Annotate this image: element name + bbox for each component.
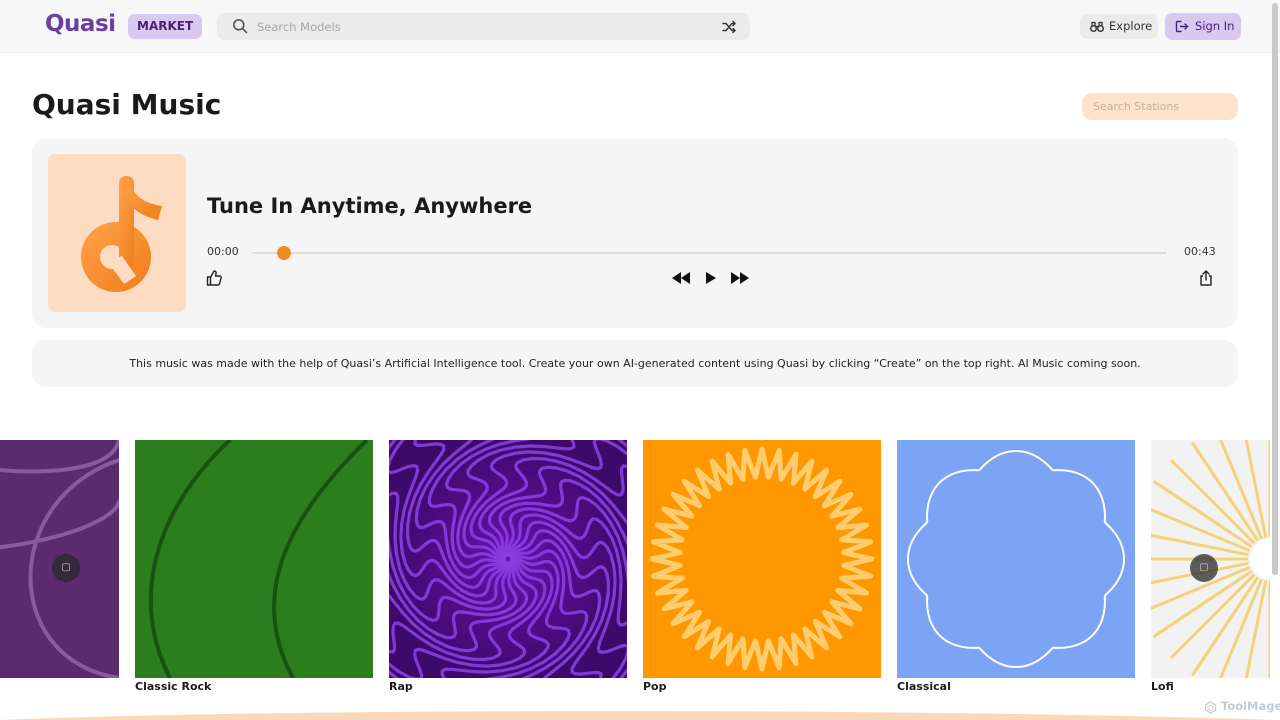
shuffle-icon[interactable] [722,20,736,34]
station-label[interactable]: Classic Rock [135,680,211,693]
album-cover [48,154,186,312]
explore-label: Explore [1109,19,1153,33]
sign-in-icon [1175,20,1189,33]
carousel-prev-button[interactable]: ▢ [52,554,80,582]
rewind-icon[interactable] [670,269,692,287]
explore-button[interactable]: Explore [1080,14,1158,39]
search-stations-input[interactable] [1082,93,1238,120]
watermark-text: ToolMage [1221,699,1280,713]
play-icon[interactable] [700,269,722,287]
thumbs-up-icon[interactable] [205,269,223,287]
fast-forward-icon[interactable] [729,269,751,287]
carousel-next-button[interactable]: ▢ [1190,554,1218,582]
search-icon [233,19,248,34]
top-bar: Quasi MARKET Explore [0,0,1280,53]
page-title: Quasi Music [32,88,222,121]
binoculars-icon [1090,21,1104,32]
station-tile-rap[interactable] [389,440,627,678]
station-tile-pop[interactable] [643,440,881,678]
sign-in-button[interactable]: Sign In [1165,13,1241,40]
station-tile-classic-rock[interactable] [135,440,373,678]
model-search-bar[interactable] [217,13,750,40]
page-scrollbar[interactable] [1272,3,1278,575]
track-duration: 00:43 [1184,245,1216,258]
music-note-icon [81,176,162,292]
footer-wave [0,711,1280,720]
station-label[interactable]: Pop [643,680,667,693]
search-models-input[interactable] [257,16,717,37]
track-title: Tune In Anytime, Anywhere [207,194,533,218]
station-label[interactable]: Lofi [1151,680,1174,693]
progress-track[interactable] [252,246,1167,260]
station-tile-classical[interactable] [897,440,1135,678]
station-label[interactable]: Classical [897,680,951,693]
music-player-card: Tune In Anytime, Anywhere 00:00 00:43 [32,138,1238,328]
current-time: 00:00 [207,245,239,258]
progress-thumb[interactable] [277,246,291,260]
station-label[interactable]: Rap [389,680,413,693]
watermark-logo-icon [1204,701,1217,714]
quasi-logo[interactable]: Quasi [45,11,116,37]
page: Quasi MARKET Explore [0,0,1280,720]
share-icon[interactable] [1198,269,1214,287]
ai-disclaimer-banner: This music was made with the help of Qua… [32,340,1238,387]
sign-in-label: Sign In [1195,19,1235,33]
market-badge[interactable]: MARKET [128,14,203,39]
